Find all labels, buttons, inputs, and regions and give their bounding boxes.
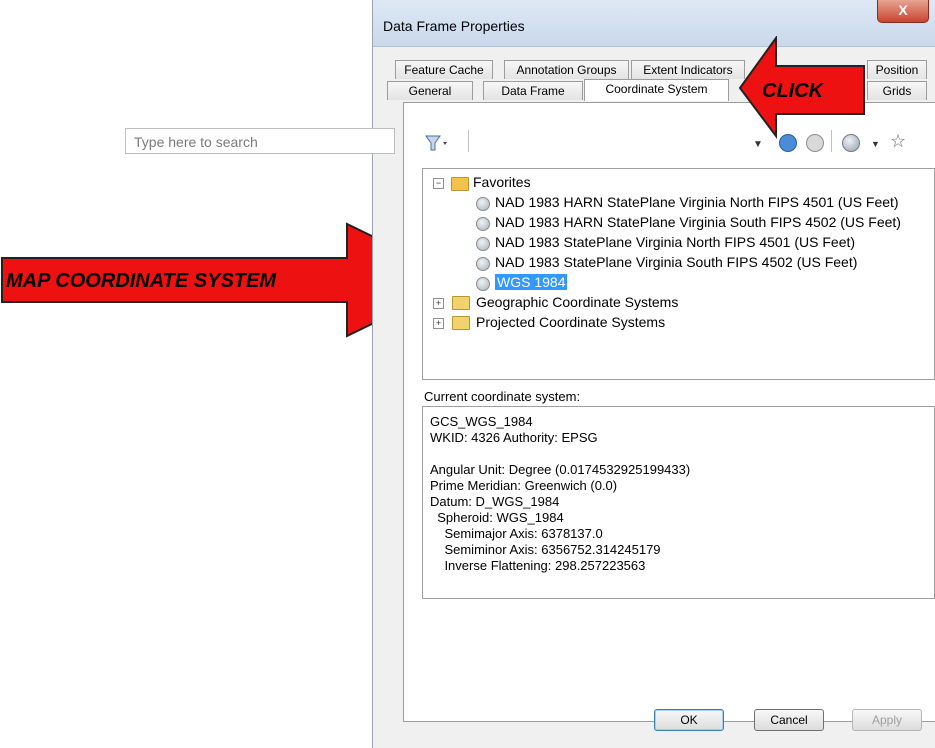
favorites-folder-icon bbox=[451, 177, 469, 191]
detail-line: GCS_WGS_1984 bbox=[430, 414, 533, 429]
detail-line: Angular Unit: Degree (0.0174532925199433… bbox=[430, 462, 691, 477]
detail-line: Semiminor Axis: 6356752.314245179 bbox=[430, 542, 661, 557]
search-input[interactable]: Type here to search bbox=[125, 128, 395, 154]
tree-item-favorites[interactable]: Favorites bbox=[473, 174, 531, 190]
tab-feature-cache[interactable]: Feature Cache bbox=[395, 60, 493, 79]
detail-line: Inverse Flattening: 298.257223563 bbox=[430, 558, 646, 573]
detail-line: Semimajor Axis: 6378137.0 bbox=[430, 526, 603, 541]
tab-grids[interactable]: Grids bbox=[867, 81, 927, 100]
coordinate-system-globe-icon bbox=[476, 197, 490, 211]
window-title: Data Frame Properties bbox=[383, 18, 525, 34]
toolbar-separator bbox=[468, 130, 469, 152]
detail-line: Prime Meridian: Greenwich (0.0) bbox=[430, 478, 618, 493]
tree-item-projected[interactable]: Projected Coordinate Systems bbox=[476, 314, 665, 330]
geographic-expand-icon[interactable]: + bbox=[433, 298, 444, 309]
ok-button[interactable]: OK bbox=[654, 709, 724, 731]
tab-general[interactable]: General bbox=[387, 81, 473, 100]
coordinate-system-globe-icon bbox=[476, 277, 490, 291]
projected-folder-icon bbox=[452, 316, 470, 330]
detail-line: Datum: D_WGS_1984 bbox=[430, 494, 560, 509]
projected-expand-icon[interactable]: + bbox=[433, 318, 444, 329]
current-coordinate-system-label: Current coordinate system: bbox=[424, 389, 581, 404]
globe-dropdown-icon[interactable]: ▼ bbox=[871, 139, 880, 149]
tab-annotation-groups[interactable]: Annotation Groups bbox=[504, 60, 629, 79]
cancel-button[interactable]: Cancel bbox=[754, 709, 824, 731]
tree-item-favorite[interactable]: NAD 1983 HARN StatePlane Virginia North … bbox=[495, 194, 899, 210]
tree-item-favorite[interactable]: NAD 1983 StatePlane Virginia South FIPS … bbox=[495, 254, 857, 270]
tab-position[interactable]: Position bbox=[867, 60, 927, 79]
tree-item-geographic[interactable]: Geographic Coordinate Systems bbox=[476, 294, 678, 310]
tree-item-favorite[interactable]: NAD 1983 HARN StatePlane Virginia South … bbox=[495, 214, 901, 230]
tree-item-selected-wgs1984[interactable]: WGS 1984 bbox=[495, 274, 568, 290]
tab-extent-indicators[interactable]: Extent Indicators bbox=[631, 60, 745, 79]
coordinate-system-globe-icon bbox=[476, 257, 490, 271]
map-coordinate-system-label: MAP COORDINATE SYSTEM bbox=[6, 270, 277, 292]
tab-data-frame[interactable]: Data Frame bbox=[483, 81, 583, 100]
search-dropdown-icon[interactable]: ▼ bbox=[753, 139, 763, 150]
detail-line: Spheroid: WGS_1984 bbox=[430, 510, 564, 525]
add-favorite-icon[interactable]: ☆ bbox=[890, 131, 906, 152]
apply-button[interactable]: Apply bbox=[852, 709, 922, 731]
geographic-folder-icon bbox=[452, 296, 470, 310]
coordinate-system-globe-icon bbox=[476, 217, 490, 231]
filter-icon[interactable] bbox=[424, 134, 448, 155]
coordinate-system-globe-icon bbox=[476, 237, 490, 251]
detail-line: WKID: 4326 Authority: EPSG bbox=[430, 430, 598, 445]
tab-coordinate-system[interactable]: Coordinate System bbox=[584, 79, 729, 101]
tree-item-favorite[interactable]: NAD 1983 StatePlane Virginia North FIPS … bbox=[495, 234, 855, 250]
close-button[interactable]: X bbox=[877, 0, 929, 23]
click-label: CLICK bbox=[762, 80, 824, 102]
favorites-collapse-icon[interactable]: − bbox=[433, 178, 444, 189]
